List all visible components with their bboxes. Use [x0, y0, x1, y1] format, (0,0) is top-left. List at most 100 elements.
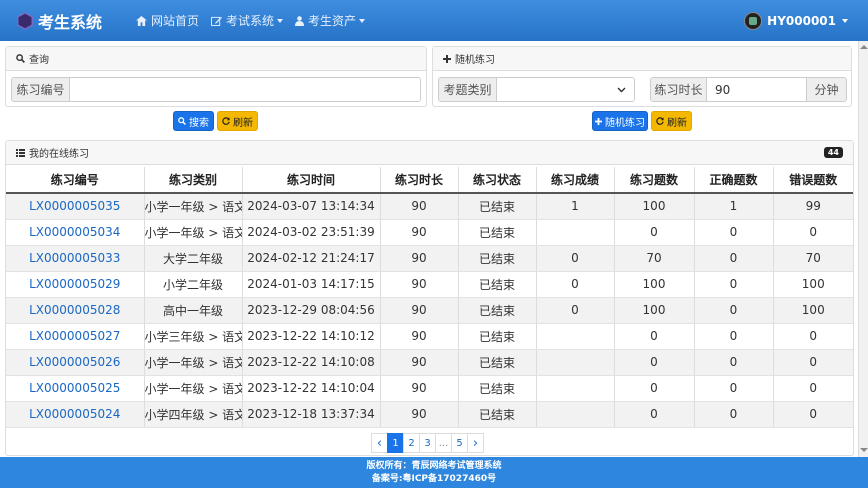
chevron-down-icon [359, 18, 366, 23]
category-select[interactable] [497, 78, 634, 101]
duration-input[interactable]: 90 [707, 78, 806, 101]
column-header: 练习题数 [614, 167, 695, 194]
page-3-button[interactable]: 3 [419, 433, 436, 453]
table-cell [536, 349, 615, 376]
exercise-id-link[interactable]: LX0000005034 [6, 219, 145, 246]
chevron-down-icon [842, 18, 848, 23]
exercise-id-link[interactable]: LX0000005026 [6, 349, 145, 376]
count-badge: 44 [823, 147, 843, 158]
exercise-id-input[interactable] [70, 78, 420, 101]
hexagon-logo-icon [17, 11, 33, 30]
table-row[interactable]: LX0000005028 高中一年级 2023-12-29 08:04:56 90 已结… [6, 297, 853, 324]
table-row[interactable]: LX0000005029 小学二年级 2024-01-03 14:17:15 90 已结… [6, 271, 853, 298]
random-refresh-label: 刷新 [667, 117, 687, 129]
page-scrollbar[interactable] [858, 41, 868, 488]
table-cell: 已结束 [458, 375, 537, 402]
random-practice-button[interactable]: 随机练习 [592, 111, 648, 131]
table-cell: 90 [380, 297, 459, 324]
random-panel-title: 随机练习 [455, 55, 495, 66]
list-panel-title: 我的在线练习 [29, 149, 89, 160]
page-2-button[interactable]: 2 [403, 433, 420, 453]
table-row[interactable]: LX0000005034 小学一年级 > 语文 2024-03-02 23:51:3… [6, 219, 853, 246]
random-practice-label: 随机练习 [605, 117, 645, 129]
table-cell: 2023-12-22 14:10:08 [242, 349, 381, 376]
nav-exam-system[interactable]: 考试系统 [211, 0, 284, 41]
table-row[interactable]: LX0000005035 小学一年级 > 语文 2024-03-07 13:14:3… [6, 193, 853, 220]
table-cell: 已结束 [458, 245, 537, 272]
table-cell: 100 [614, 271, 695, 298]
table-cell: 100 [614, 193, 695, 220]
exercise-id-link[interactable]: LX0000005025 [6, 375, 145, 402]
page-1-button[interactable]: 1 [387, 433, 404, 453]
table-cell: 90 [380, 349, 459, 376]
page-prev-button[interactable]: ‹ [371, 433, 388, 453]
table-row[interactable]: LX0000005025 小学一年级 > 语文 2023-12-22 14:10:0… [6, 375, 853, 402]
table-cell: 2024-03-07 13:14:34 [242, 193, 381, 220]
scroll-down-icon[interactable] [860, 448, 868, 452]
table-cell [536, 375, 615, 402]
chevron-down-icon [617, 87, 626, 92]
exercise-id-link[interactable]: LX0000005027 [6, 323, 145, 350]
table-cell: 2023-12-29 08:04:56 [242, 297, 381, 324]
table-cell: 已结束 [458, 401, 537, 428]
table-cell: 小学四年级 > 语文 [144, 401, 243, 428]
exercise-id-link[interactable]: LX0000005035 [6, 193, 145, 220]
random-panel-header: 随机练习 [433, 47, 851, 71]
column-header: 练习编号 [6, 167, 145, 194]
table-cell: 已结束 [458, 193, 537, 220]
nav-exam-system-label: 考试系统 [226, 14, 275, 28]
user-name: HY000001 [767, 13, 836, 28]
brand[interactable]: 考生系统 [16, 9, 124, 33]
table-cell: 小学三年级 > 语文 [144, 323, 243, 350]
table-cell: 2024-03-02 23:51:39 [242, 219, 381, 246]
table-row[interactable]: LX0000005026 小学一年级 > 语文 2023-12-22 14:10:0… [6, 349, 853, 376]
exercise-id-link[interactable]: LX0000005024 [6, 401, 145, 428]
table-cell [536, 401, 615, 428]
nav-student-assets[interactable]: 考生资产 [295, 0, 366, 41]
table-cell: 已结束 [458, 349, 537, 376]
table-cell: 0 [773, 401, 853, 428]
plus-icon [595, 117, 602, 125]
table-cell: 0 [694, 323, 774, 350]
search-icon [178, 117, 186, 125]
table-cell: 0 [773, 219, 853, 246]
table-cell: 100 [773, 271, 853, 298]
user-menu[interactable]: HY000001 [744, 0, 848, 41]
table-cell: 100 [773, 297, 853, 324]
table-cell: 2023-12-18 13:37:34 [242, 401, 381, 428]
search-button-label: 搜索 [189, 117, 209, 129]
scroll-up-icon[interactable] [860, 45, 868, 49]
table-cell: 0 [536, 271, 615, 298]
nav-home[interactable]: 网站首页 [136, 0, 199, 41]
table-cell: 90 [380, 323, 459, 350]
table-cell: 0 [614, 219, 695, 246]
exercise-id-link[interactable]: LX0000005033 [6, 245, 145, 272]
table-cell: 2023-12-22 14:10:04 [242, 375, 381, 402]
query-panel-header: 查询 [6, 47, 426, 71]
table-cell: 99 [773, 193, 853, 220]
table-cell: 0 [614, 375, 695, 402]
exercise-id-link[interactable]: LX0000005028 [6, 297, 145, 324]
table-cell: 小学一年级 > 语文 [144, 219, 243, 246]
table-cell [536, 323, 615, 350]
random-refresh-button[interactable]: 刷新 [651, 111, 692, 131]
page-next-button[interactable]: › [467, 433, 484, 453]
table-cell: 0 [694, 375, 774, 402]
edit-icon [211, 16, 222, 26]
search-button[interactable]: 搜索 [173, 111, 214, 131]
footer: 版权所有：青辰网络考试管理系统 备案号:粤ICP备17027460号 [0, 457, 868, 488]
table-cell: 2024-01-03 14:17:15 [242, 271, 381, 298]
table-cell: 90 [380, 193, 459, 220]
table-row[interactable]: LX0000005024 小学四年级 > 语文 2023-12-18 13:37:3… [6, 401, 853, 428]
exercise-id-link[interactable]: LX0000005029 [6, 271, 145, 298]
duration-unit: 分钟 [806, 78, 846, 101]
query-refresh-button[interactable]: 刷新 [217, 111, 258, 131]
table-cell: 0 [773, 375, 853, 402]
column-header: 练习时长 [380, 167, 459, 194]
chevron-down-icon [277, 18, 284, 23]
table-row[interactable]: LX0000005027 小学三年级 > 语文 2023-12-22 14:10:1… [6, 323, 853, 350]
table-cell: 已结束 [458, 219, 537, 246]
table-cell: 0 [694, 349, 774, 376]
page-5-button[interactable]: 5 [451, 433, 468, 453]
table-row[interactable]: LX0000005033 大学二年级 2024-02-12 21:24:17 90 已结… [6, 245, 853, 272]
